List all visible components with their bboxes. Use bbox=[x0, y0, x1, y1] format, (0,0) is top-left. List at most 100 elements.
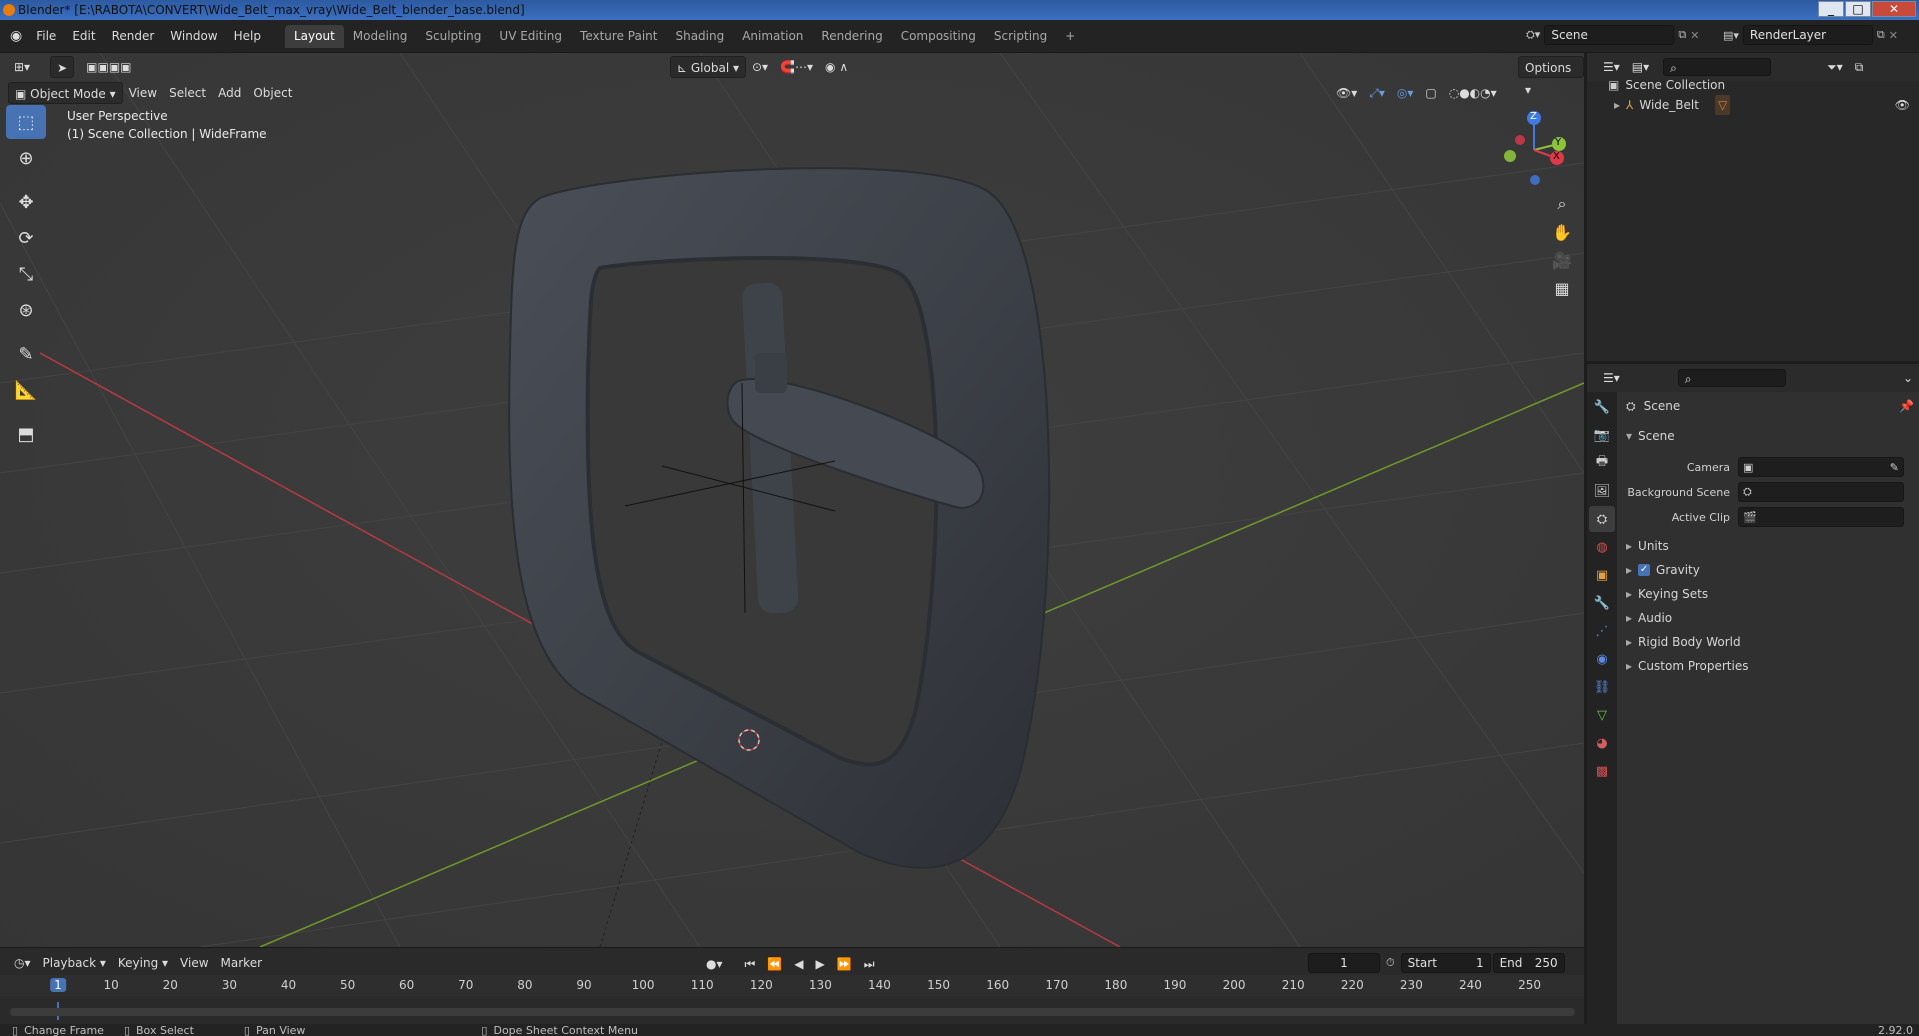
add-workspace-button[interactable]: + bbox=[1056, 25, 1084, 48]
scene-tab-icon[interactable]: ⛭ bbox=[1589, 506, 1615, 532]
menu-render[interactable]: Render bbox=[104, 25, 163, 47]
pivot-point-icon[interactable]: ⊙▾ bbox=[746, 56, 774, 78]
view-layer-tab-icon[interactable]: 🖼 bbox=[1589, 478, 1615, 504]
select-mode-icons[interactable]: ▣▣▣▣ bbox=[80, 56, 137, 78]
gravity-checkbox[interactable]: ✓ bbox=[1638, 564, 1651, 576]
measure-tool-icon[interactable]: 📐 bbox=[6, 373, 46, 407]
visibility-eye-icon[interactable]: 👁 bbox=[1895, 95, 1910, 115]
camera-view-icon[interactable]: 🎥 bbox=[1548, 246, 1576, 274]
particles-tab-icon[interactable]: ⋰ bbox=[1589, 618, 1615, 644]
constraints-tab-icon[interactable]: ⛓ bbox=[1589, 674, 1615, 700]
modifier-icon[interactable]: ▽ bbox=[1714, 95, 1731, 115]
world-tab-icon[interactable]: ◍ bbox=[1589, 534, 1615, 560]
tab-scripting[interactable]: Scripting bbox=[985, 25, 1056, 48]
custom-properties-section[interactable]: ▸ Custom Properties bbox=[1626, 654, 1914, 678]
tool-tab-icon[interactable]: 🔧 bbox=[1589, 394, 1615, 420]
move-tool-icon[interactable]: ✥ bbox=[6, 185, 46, 219]
3d-viewport[interactable] bbox=[0, 53, 1584, 947]
menu-window[interactable]: Window bbox=[162, 25, 225, 47]
gizmo-toggle-icon[interactable]: ⤢▾ bbox=[1363, 82, 1391, 104]
scene-name-field[interactable]: Scene bbox=[1544, 25, 1675, 45]
render-layer-field[interactable]: RenderLayer bbox=[1742, 25, 1873, 45]
blender-menu-icon[interactable]: ◉ bbox=[0, 28, 28, 44]
snap-icon[interactable]: 🧲⋯▾ bbox=[774, 56, 819, 78]
menu-select[interactable]: Select bbox=[163, 82, 212, 104]
audio-section[interactable]: ▸ Audio bbox=[1626, 606, 1914, 630]
scene-icon[interactable]: ⛭▾ bbox=[1526, 28, 1540, 42]
perspective-grid-icon[interactable]: ▦ bbox=[1548, 274, 1576, 302]
tab-rendering[interactable]: Rendering bbox=[812, 25, 891, 48]
mode-dropdown[interactable]: ▣ Object Mode ▾ bbox=[8, 82, 123, 104]
timeline-scrollbar[interactable] bbox=[10, 1008, 1575, 1016]
rotate-tool-icon[interactable]: ⟳ bbox=[6, 221, 46, 255]
navigation-gizmo[interactable]: Z Y X bbox=[1496, 108, 1568, 188]
cursor-tool-icon[interactable]: ⊕ bbox=[6, 141, 46, 175]
transform-tool-icon[interactable]: ⊛ bbox=[6, 293, 46, 327]
zoom-icon[interactable]: ⌕ bbox=[1548, 190, 1576, 218]
new-layer-icon[interactable]: ⧉ bbox=[1877, 28, 1885, 42]
minimize-button[interactable]: _ bbox=[1818, 1, 1844, 17]
editor-type-icon[interactable]: ⊞▾ bbox=[8, 56, 36, 78]
tab-compositing[interactable]: Compositing bbox=[892, 25, 985, 48]
tree-scene-collection[interactable]: ▣ Scene Collection bbox=[1608, 75, 1725, 95]
render-tab-icon[interactable]: 📷 bbox=[1589, 422, 1615, 448]
tab-modeling[interactable]: Modeling bbox=[344, 25, 417, 48]
add-cube-tool-icon[interactable]: ⬒ bbox=[6, 417, 46, 451]
menu-add[interactable]: Add bbox=[212, 82, 247, 104]
pan-hand-icon[interactable]: ✋ bbox=[1548, 218, 1576, 246]
select-box-tool-icon[interactable]: ⬚ bbox=[6, 105, 46, 139]
overlay-toggle-icon[interactable]: ◎▾ bbox=[1391, 82, 1420, 104]
rigid-body-world-section[interactable]: ▸ Rigid Body World bbox=[1626, 630, 1914, 654]
keying-sets-section[interactable]: ▸ Keying Sets bbox=[1626, 582, 1914, 606]
tab-texture-paint[interactable]: Texture Paint bbox=[571, 25, 666, 48]
eyedropper-icon[interactable]: ✎ bbox=[1890, 461, 1899, 474]
expand-arrow-icon[interactable]: ▸ bbox=[1614, 95, 1620, 115]
maximize-button[interactable]: □ bbox=[1845, 1, 1871, 17]
units-section[interactable]: ▸ Units bbox=[1626, 534, 1914, 558]
xray-icon[interactable]: ▢ bbox=[1419, 82, 1442, 104]
menu-view[interactable]: View bbox=[123, 82, 163, 104]
modifier-tab-icon[interactable]: 🔧 bbox=[1589, 590, 1615, 616]
close-button[interactable]: ✕ bbox=[1872, 1, 1916, 17]
proportional-edit-icon[interactable]: ◉ ∧ bbox=[819, 56, 854, 78]
texture-tab-icon[interactable]: ▩ bbox=[1589, 758, 1615, 784]
menu-object[interactable]: Object bbox=[247, 82, 298, 104]
properties-search-input[interactable]: ⌕ bbox=[1677, 369, 1786, 387]
menu-file[interactable]: File bbox=[28, 25, 64, 47]
background-scene-field[interactable]: ⛭ bbox=[1738, 482, 1904, 502]
menu-edit[interactable]: Edit bbox=[64, 25, 103, 47]
tab-shading[interactable]: Shading bbox=[666, 25, 733, 48]
transform-orientation-dropdown[interactable]: ⊾ Global ▾ bbox=[670, 56, 746, 78]
output-tab-icon[interactable]: 🖶 bbox=[1589, 450, 1615, 476]
pin-icon[interactable]: 📌 bbox=[1899, 394, 1914, 418]
delete-layer-icon[interactable]: ✕ bbox=[1889, 29, 1898, 42]
options-dropdown[interactable]: Options ▾ bbox=[1518, 56, 1584, 97]
annotate-tool-icon[interactable]: ✎ bbox=[6, 337, 46, 371]
visibility-icon[interactable]: 👁▾ bbox=[1330, 82, 1363, 104]
data-tab-icon[interactable]: ▽ bbox=[1589, 702, 1615, 728]
gravity-section[interactable]: ▸ ✓ Gravity bbox=[1626, 558, 1914, 582]
new-scene-icon[interactable]: ⧉ bbox=[1678, 28, 1686, 42]
scale-tool-icon[interactable]: ⤡ bbox=[6, 257, 46, 291]
outliner-search-input[interactable]: ⌕ bbox=[1663, 58, 1772, 76]
active-clip-field[interactable]: 🎬 bbox=[1738, 507, 1904, 527]
menu-help[interactable]: Help bbox=[226, 25, 269, 47]
render-layer-icon[interactable]: ▤▾ bbox=[1723, 29, 1739, 42]
delete-scene-icon[interactable]: ✕ bbox=[1690, 29, 1699, 42]
material-tab-icon[interactable]: ◕ bbox=[1589, 730, 1615, 756]
object-tab-icon[interactable]: ▣ bbox=[1589, 562, 1615, 588]
select-tool-icon[interactable]: ➤ bbox=[50, 56, 75, 78]
tree-item-wide-belt[interactable]: ▸ ⅄ Wide_Belt ▽ 👁 bbox=[1614, 95, 1914, 115]
tab-animation[interactable]: Animation bbox=[733, 25, 812, 48]
camera-field[interactable]: ▣ ✎ bbox=[1738, 457, 1904, 477]
tab-layout[interactable]: Layout bbox=[284, 24, 344, 48]
shading-mode-icons[interactable]: ◌●◐◔▾ bbox=[1443, 82, 1503, 104]
tab-uv-editing[interactable]: UV Editing bbox=[490, 25, 571, 48]
tab-sculpting[interactable]: Sculpting bbox=[416, 25, 490, 48]
physics-tab-icon[interactable]: ◉ bbox=[1589, 646, 1615, 672]
scene-section-header[interactable]: ▾ Scene bbox=[1626, 424, 1675, 448]
properties-editor-icon[interactable]: ☰▾ bbox=[1597, 367, 1626, 389]
filter-icon[interactable]: ⏷▾ bbox=[1821, 56, 1849, 78]
properties-options-icon[interactable]: ⌄ bbox=[1897, 367, 1919, 389]
new-collection-icon[interactable]: ⧉ bbox=[1849, 56, 1870, 78]
